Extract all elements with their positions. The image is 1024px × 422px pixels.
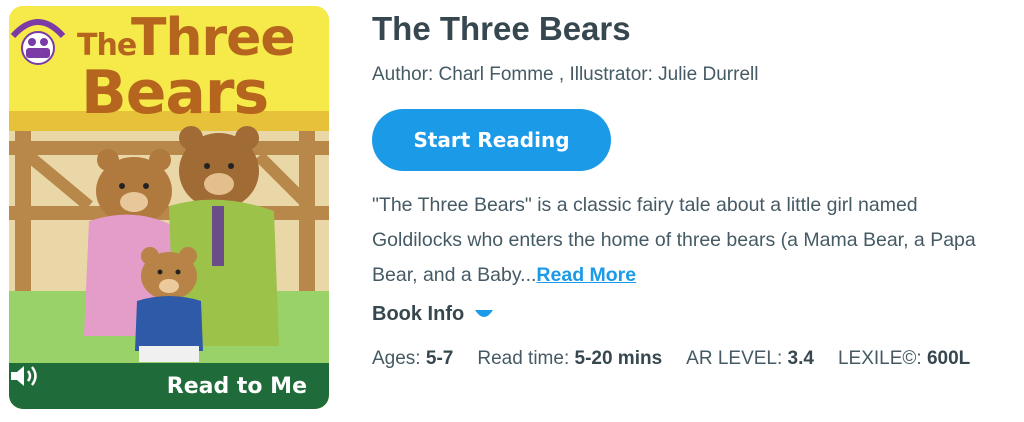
meta-lexile-label: LEXILE©: bbox=[837, 348, 927, 369]
book-description: "The Three Bears" is a classic fairy tal… bbox=[372, 188, 1012, 293]
start-reading-button[interactable]: Start Reading bbox=[372, 109, 611, 171]
description-text: "The Three Bears" is a classic fairy tal… bbox=[372, 194, 976, 286]
meta-lexile-value: 600L bbox=[926, 348, 971, 369]
meta-ages-value: 5-7 bbox=[425, 348, 454, 369]
meta-ar-level-value: 3.4 bbox=[787, 348, 814, 369]
meta-ar-level-label: AR LEVEL: bbox=[686, 348, 788, 369]
twin-sisters-logo bbox=[10, 19, 66, 65]
book-cover[interactable]: The Three Bears Read to Me bbox=[9, 6, 329, 409]
meta-read-time-label: Read time: bbox=[477, 348, 575, 369]
book-info-toggle[interactable]: Book Info bbox=[372, 303, 494, 326]
read-more-link[interactable]: Read More bbox=[536, 264, 636, 286]
speaker-icon bbox=[11, 366, 37, 386]
meta-read-time: Read time: 5-20 mins bbox=[477, 348, 662, 370]
book-meta: Ages: 5-7 Read time: 5-20 mins AR LEVEL:… bbox=[372, 348, 970, 370]
meta-read-time-value: 5-20 mins bbox=[574, 348, 663, 369]
author-illustrator: Author: Charl Fomme , Illustrator: Julie… bbox=[372, 64, 759, 85]
meta-ages: Ages: 5-7 bbox=[372, 348, 453, 370]
book-title: The Three Bears bbox=[372, 10, 631, 47]
read-to-me-badge: Read to Me bbox=[9, 363, 329, 409]
meta-lexile: LEXILE©: 600L bbox=[838, 348, 970, 370]
book-info-label: Book Info bbox=[372, 303, 465, 325]
read-to-me-label: Read to Me bbox=[166, 373, 307, 399]
meta-ar-level: AR LEVEL: 3.4 bbox=[686, 348, 814, 370]
cover-title-bears: Bears bbox=[81, 58, 269, 128]
meta-ages-label: Ages: bbox=[372, 348, 426, 369]
chevron-down-icon bbox=[475, 309, 494, 317]
